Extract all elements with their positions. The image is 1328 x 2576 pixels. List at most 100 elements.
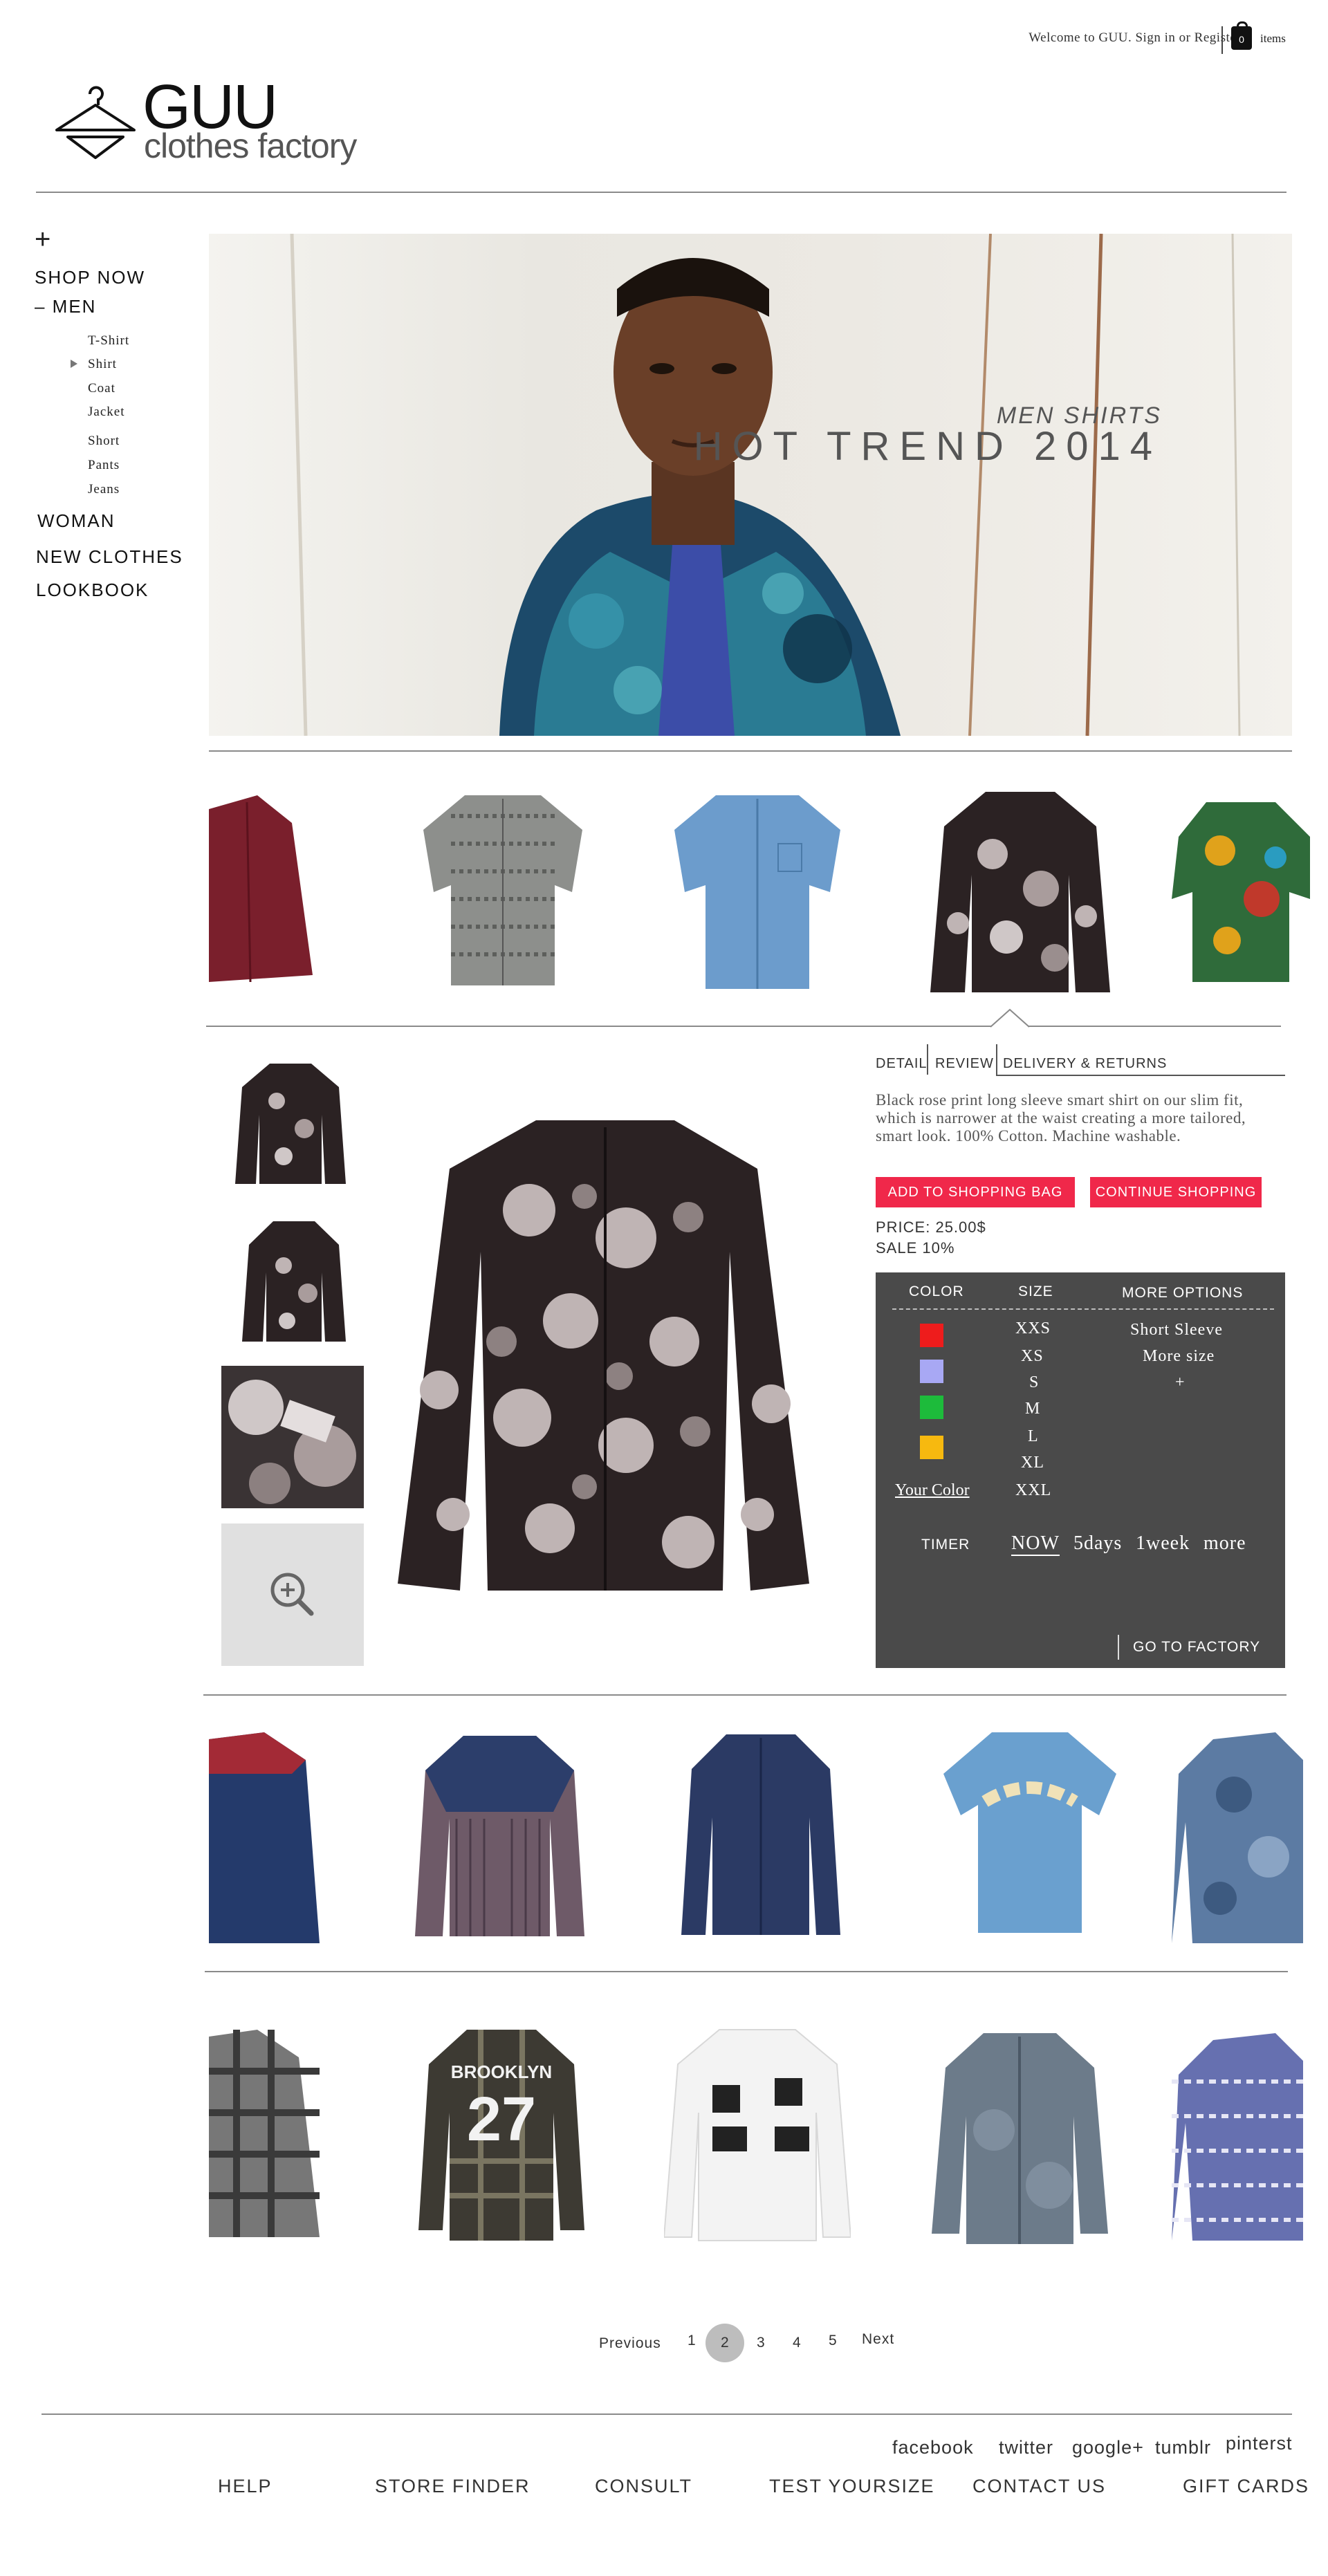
pagination-page-1[interactable]: 1: [688, 2333, 697, 2349]
color-swatch-red[interactable]: [920, 1324, 943, 1347]
footer-nav-store-finder[interactable]: STORE FINDER: [375, 2476, 531, 2497]
hero-banner[interactable]: MEN SHIRTS HOT TREND 2014: [209, 234, 1292, 736]
add-to-shopping-bag-button[interactable]: ADD TO SHOPPING BAG: [876, 1177, 1075, 1207]
footer-nav-help[interactable]: HELP: [218, 2476, 273, 2497]
footer-link-tumblr[interactable]: tumblr: [1155, 2437, 1211, 2458]
hero-title: HOT TREND 2014: [693, 424, 1162, 469]
sidebar-item-lookbook[interactable]: LOOKBOOK: [36, 580, 149, 601]
product-thumb-navy-dot-shirt[interactable]: [681, 1727, 840, 1942]
section-divider: [209, 750, 1292, 752]
size-option-s[interactable]: S: [1029, 1373, 1039, 1392]
welcome-signin-link[interactable]: Welcome to GUU. Sign in or Register: [1029, 30, 1241, 46]
sidebar-subitem-tshirt[interactable]: T-Shirt: [88, 333, 129, 349]
pagination-previous[interactable]: Previous: [599, 2335, 661, 2352]
logo[interactable]: [54, 82, 137, 165]
pagination-page-4[interactable]: 4: [793, 2335, 802, 2351]
pagination-next[interactable]: Next: [862, 2331, 894, 2348]
product-thumb-denim-shirt[interactable]: [674, 788, 840, 992]
gallery-thumb-back[interactable]: [242, 1217, 346, 1346]
selected-pointer-icon: [990, 1008, 1029, 1028]
product-thumb-check-shirt[interactable]: [415, 1729, 584, 1943]
sidebar-subitem-short[interactable]: Short: [88, 434, 120, 449]
size-option-xxs[interactable]: XXS: [1015, 1319, 1051, 1338]
timer-option-more[interactable]: more: [1204, 1532, 1246, 1555]
sidebar-subitem-pants[interactable]: Pants: [88, 458, 120, 473]
section-divider: [206, 1026, 1281, 1027]
sidebar-plus-icon[interactable]: +: [35, 225, 50, 253]
continue-shopping-button[interactable]: CONTINUE SHOPPING: [1090, 1177, 1262, 1207]
sidebar-item-new-clothes[interactable]: NEW CLOTHES: [36, 546, 183, 568]
sidebar-subitem-coat[interactable]: Coat: [88, 381, 116, 396]
footer-nav-test-yoursize[interactable]: TEST YOURSIZE: [769, 2476, 935, 2497]
logo-tagline: clothes factory: [144, 127, 357, 165]
sidebar-item-woman[interactable]: WOMAN: [37, 510, 116, 532]
footer-divider: [42, 2413, 1292, 2415]
product-thumb-navy-red-yoke-shirt[interactable]: [209, 1732, 320, 1947]
size-option-xs[interactable]: XS: [1021, 1347, 1044, 1366]
gallery-thumb-front[interactable]: [235, 1059, 346, 1188]
timer-label: TIMER: [921, 1537, 970, 1553]
shirt-print-brooklyn: BROOKLYN: [451, 2061, 552, 2082]
tab-detail[interactable]: DETAIL: [876, 1056, 928, 1072]
hero-model-image: [290, 234, 1241, 736]
footer-link-pinterest[interactable]: pinterst: [1226, 2433, 1293, 2454]
timer-option-now[interactable]: NOW: [1011, 1532, 1060, 1556]
gallery-thumb-detail[interactable]: [221, 1366, 364, 1508]
size-option-m[interactable]: M: [1025, 1400, 1040, 1418]
product-thumb-camo-shirt[interactable]: [1172, 1732, 1303, 1947]
sidebar-item-shop-now[interactable]: SHOP NOW: [35, 267, 145, 288]
tab-review[interactable]: REVIEW: [935, 1056, 994, 1072]
caret-right-icon: [71, 360, 77, 368]
product-thumb-black-rose-shirt[interactable]: [930, 785, 1110, 996]
footer-link-facebook[interactable]: facebook: [892, 2437, 974, 2458]
sidebar-subitem-jeans[interactable]: Jeans: [88, 482, 120, 497]
option-plus[interactable]: +: [1175, 1373, 1186, 1392]
tab-delivery-returns[interactable]: DELIVERY & RETURNS: [1003, 1056, 1167, 1072]
color-swatch-yellow[interactable]: [920, 1436, 943, 1459]
option-short-sleeve[interactable]: Short Sleeve: [1130, 1321, 1223, 1340]
sidebar-item-men[interactable]: – MEN: [35, 296, 96, 317]
product-thumb-brooklyn-27-shirt[interactable]: BROOKLYN 27: [418, 2023, 584, 2244]
option-more-size[interactable]: More size: [1143, 1347, 1215, 1366]
shopping-bag-icon[interactable]: 0: [1231, 21, 1252, 50]
color-swatch-lavender[interactable]: [920, 1360, 943, 1383]
cart-items-label[interactable]: items: [1260, 32, 1286, 46]
pagination-page-2[interactable]: 2: [721, 2335, 730, 2351]
footer-nav-contact-us[interactable]: CONTACT US: [972, 2476, 1106, 2497]
product-thumb-plaid-shirt[interactable]: [209, 2030, 320, 2241]
product-thumb-tropical-shirt[interactable]: [1172, 795, 1310, 985]
pagination-page-5[interactable]: 5: [829, 2333, 838, 2349]
hanger-icon: [55, 86, 136, 159]
size-option-xl[interactable]: XL: [1021, 1454, 1044, 1472]
product-thumb-grey-print-shirt[interactable]: [423, 788, 582, 989]
timer-option-1week[interactable]: 1week: [1136, 1532, 1190, 1555]
timer-option-5days[interactable]: 5days: [1073, 1532, 1122, 1555]
zoom-button[interactable]: [221, 1523, 364, 1666]
footer-nav-consult[interactable]: CONSULT: [595, 2476, 692, 2497]
main-product-image: [398, 1120, 809, 1591]
pagination-page-3[interactable]: 3: [757, 2335, 766, 2351]
size-option-l[interactable]: L: [1028, 1427, 1039, 1446]
header-divider-line: [36, 192, 1286, 193]
go-to-factory-link[interactable]: GO TO FACTORY: [1133, 1639, 1260, 1656]
product-thumb-acid-denim-shirt[interactable]: [932, 2026, 1108, 2248]
sidebar-subitem-shirt[interactable]: Shirt: [88, 357, 117, 372]
options-panel: COLOR SIZE MORE OPTIONS Your Color XXS X…: [876, 1272, 1285, 1668]
size-header: SIZE: [1018, 1284, 1053, 1299]
color-swatch-green[interactable]: [920, 1396, 943, 1419]
product-price: PRICE: 25.00$: [876, 1218, 986, 1236]
sidebar-subitem-jacket[interactable]: Jacket: [88, 405, 124, 420]
product-thumb-denver-tee[interactable]: [943, 1725, 1116, 1936]
product-thumb-burgundy-shirt[interactable]: [209, 795, 320, 989]
footer-nav-gift-cards[interactable]: GIFT CARDS: [1183, 2476, 1309, 2497]
size-option-xxl[interactable]: XXL: [1015, 1481, 1051, 1500]
product-thumb-aztec-print-shirt[interactable]: [1172, 2033, 1303, 2244]
your-color-link[interactable]: Your Color: [895, 1481, 970, 1500]
product-sale: SALE 10%: [876, 1239, 955, 1257]
footer-link-google-plus[interactable]: google+: [1072, 2437, 1144, 2458]
shirt-print-number: 27: [467, 2085, 536, 2154]
color-header: COLOR: [909, 1284, 964, 1299]
product-thumb-white-letter-shirt[interactable]: [664, 2023, 851, 2244]
footer-link-twitter[interactable]: twitter: [999, 2437, 1053, 2458]
section-divider: [205, 1971, 1288, 1972]
